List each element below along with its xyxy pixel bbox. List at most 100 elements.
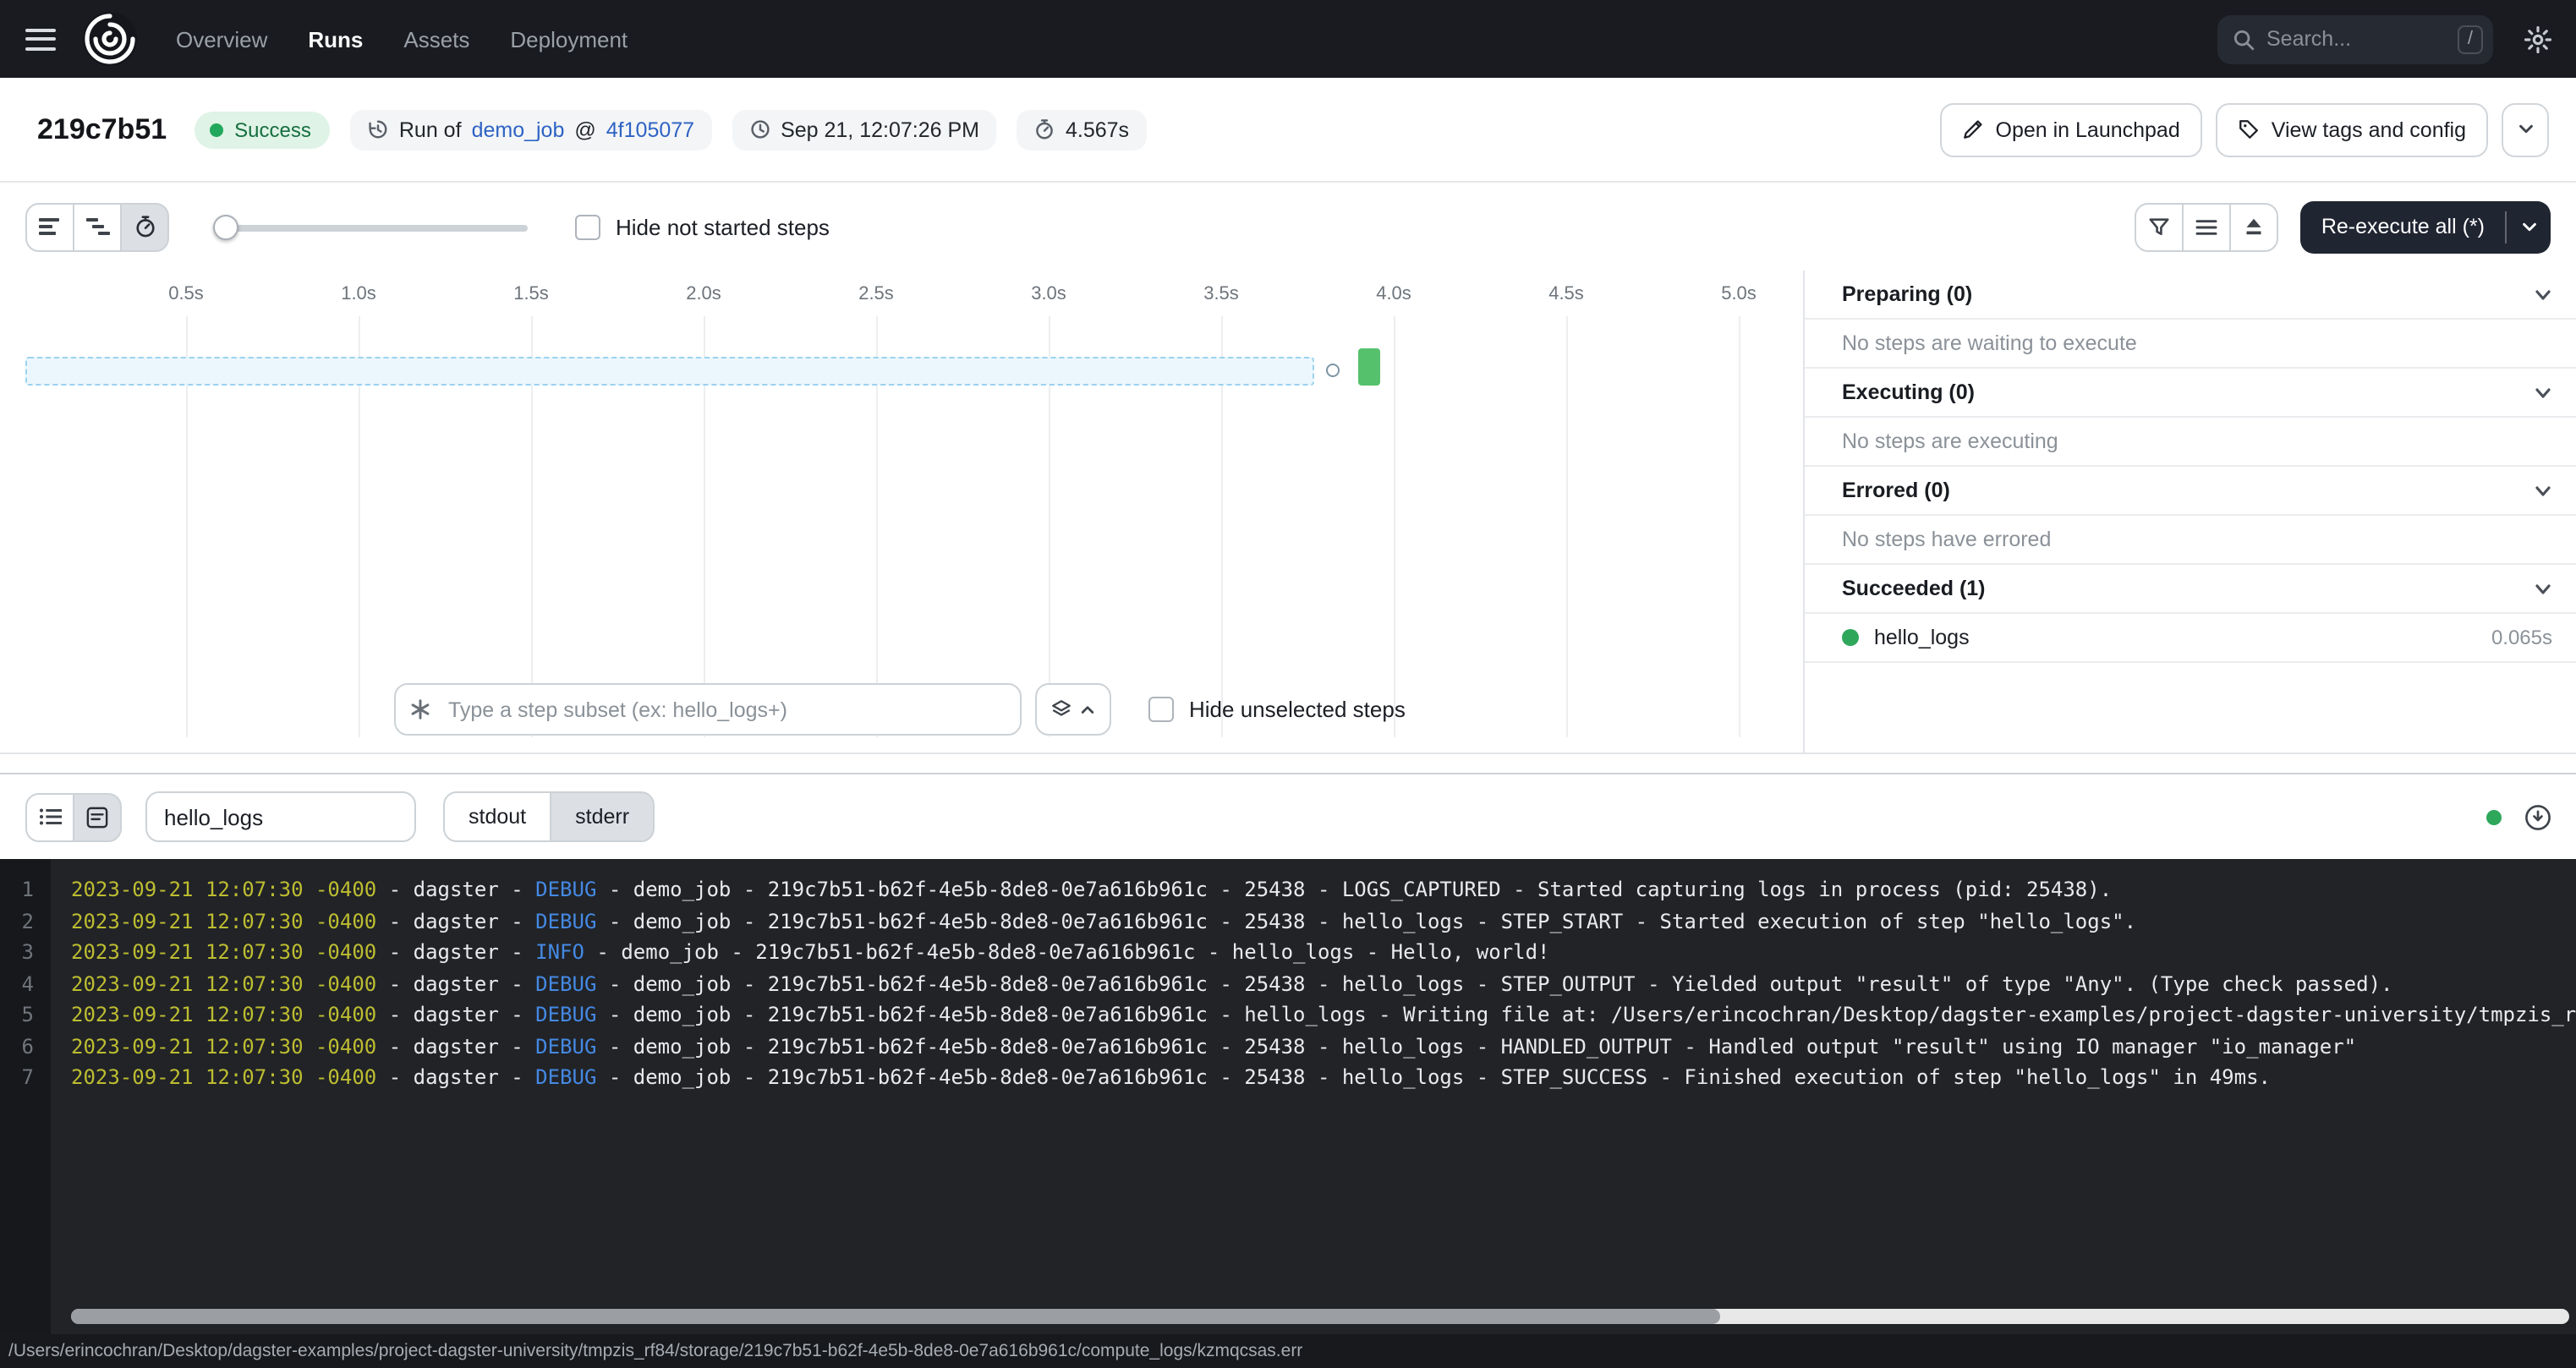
line-number: 4 <box>0 968 34 999</box>
step-marker-circle-icon <box>1326 364 1340 377</box>
slider-track <box>213 224 528 231</box>
chevron-down-icon <box>2534 579 2552 598</box>
gantt-axis: 0.5s1.0s1.5s2.0s2.5s3.0s3.5s4.0s4.5s5.0s <box>0 271 1803 752</box>
empty-text: No steps are executing <box>1842 430 2058 453</box>
log-message: demo_job - 219c7b51-b62f-4e5b-8de8-0e7a6… <box>633 1034 2356 1058</box>
log-timestamp: 2023-09-21 12:07:30 -0400 <box>71 1065 376 1089</box>
chevron-down-icon <box>2516 120 2535 139</box>
step-query-options-button[interactable] <box>1035 683 1111 736</box>
axis-tick-label: 1.0s <box>341 284 376 304</box>
tag-icon <box>2238 118 2260 140</box>
axis-tick-label: 3.5s <box>1203 284 1239 304</box>
nav-item-overview[interactable]: Overview <box>176 26 267 52</box>
filter-funnel-button[interactable] <box>2135 202 2184 251</box>
hide-not-started-checkbox[interactable]: Hide not started steps <box>575 214 830 239</box>
gantt-view-mode-group <box>25 202 169 251</box>
step-section-title: Succeeded (1) <box>1842 577 1986 600</box>
nav-item-assets[interactable]: Assets <box>403 26 469 52</box>
hide-unselected-checkbox[interactable]: Hide unselected steps <box>1148 697 1406 722</box>
gantt-controls: Hide unselected steps <box>0 683 1803 736</box>
log-line: 62023-09-21 12:07:30 -0400 - dagster - D… <box>0 1031 2576 1062</box>
log-step-filter-input[interactable] <box>145 791 416 842</box>
clock-icon <box>748 118 770 140</box>
step-subset-input-wrap <box>394 683 1022 736</box>
log-level: DEBUG <box>535 1003 596 1026</box>
log-message: demo_job - 219c7b51-b62f-4e5b-8de8-0e7a6… <box>633 1065 2271 1089</box>
download-logs-button[interactable] <box>2524 802 2552 831</box>
nav-item-deployment[interactable]: Deployment <box>510 26 628 52</box>
log-stream-tabs: stdout stderr <box>443 791 655 842</box>
log-source: dagster <box>414 1034 499 1058</box>
settings-gear-button[interactable] <box>2524 25 2552 53</box>
step-success-dot-icon <box>1842 629 1859 646</box>
tab-stdout[interactable]: stdout <box>443 791 551 842</box>
log-stream-status-dot-icon <box>2486 809 2502 824</box>
step-success-bar[interactable] <box>1358 348 1380 386</box>
search-placeholder: Search... <box>2266 27 2446 51</box>
structured-logs-button[interactable] <box>25 792 74 841</box>
axis-tick-label: 2.5s <box>858 284 894 304</box>
tab-stderr[interactable]: stderr <box>550 791 655 842</box>
reexecute-split-button[interactable]: Re-execute all (*) <box>2301 200 2551 253</box>
axis-tick-label: 4.0s <box>1376 284 1411 304</box>
line-number: 2 <box>0 906 34 937</box>
gantt-toolbar-right: Re-execute all (*) <box>2135 200 2551 253</box>
step-subset-input[interactable] <box>394 683 1022 736</box>
menu-button[interactable] <box>17 17 64 61</box>
log-message: demo_job - 219c7b51-b62f-4e5b-8de8-0e7a6… <box>633 1003 2576 1026</box>
search-input[interactable]: Search... / <box>2217 14 2493 63</box>
chevron-down-icon <box>2519 217 2538 236</box>
job-link[interactable]: demo_job <box>472 118 565 141</box>
nav-item-runs[interactable]: Runs <box>308 26 363 52</box>
log-timestamp: 2023-09-21 12:07:30 -0400 <box>71 1003 376 1026</box>
log-message: demo_job - 219c7b51-b62f-4e5b-8de8-0e7a6… <box>633 971 2393 995</box>
log-level: DEBUG <box>535 909 596 933</box>
view-tags-config-button[interactable]: View tags and config <box>2216 102 2488 156</box>
reexecute-dropdown-button[interactable] <box>2507 200 2551 253</box>
log-filter-icon-group <box>2135 202 2279 251</box>
waterfall-view-icon <box>85 216 109 237</box>
run-status-text: Success <box>234 118 311 141</box>
run-id-title: 219c7b51 <box>37 112 167 146</box>
at-separator: @ <box>574 118 595 141</box>
eject-icon <box>2244 216 2266 237</box>
step-row[interactable]: hello_logs0.065s <box>1805 614 2576 663</box>
log-level: DEBUG <box>535 1034 596 1058</box>
checkbox-box-icon[interactable] <box>575 214 600 239</box>
run-actions-dropdown-button[interactable] <box>2502 102 2549 156</box>
hamburger-icon <box>25 28 56 31</box>
scrollbar-thumb[interactable] <box>71 1309 1720 1324</box>
list-icon <box>38 807 62 827</box>
log-timestamp: 2023-09-21 12:07:30 -0400 <box>71 940 376 964</box>
step-section-header[interactable]: Executing (0) <box>1805 369 2576 418</box>
reexecute-all-button[interactable]: Re-execute all (*) <box>2301 200 2505 253</box>
gantt-zoom-slider[interactable] <box>213 214 528 239</box>
step-status-panel: Preparing (0)No steps are waiting to exe… <box>1803 271 2576 752</box>
slider-knob[interactable] <box>213 214 238 239</box>
log-line: 52023-09-21 12:07:30 -0400 - dagster - D… <box>0 999 2576 1031</box>
step-section-header[interactable]: Errored (0) <box>1805 467 2576 516</box>
op-selector-icon <box>409 698 431 720</box>
log-line: 12023-09-21 12:07:30 -0400 - dagster - D… <box>0 874 2576 906</box>
checkbox-box-icon[interactable] <box>1148 697 1174 722</box>
log-level: DEBUG <box>535 971 596 995</box>
dagster-logo-icon[interactable] <box>81 10 139 68</box>
open-in-launchpad-button[interactable]: Open in Launchpad <box>1940 102 2202 156</box>
step-section-header[interactable]: Succeeded (1) <box>1805 565 2576 614</box>
raw-log-view: 12023-09-21 12:07:30 -0400 - dagster - D… <box>0 859 2576 1334</box>
timed-view-button[interactable] <box>120 202 169 251</box>
raw-logs-button[interactable] <box>73 792 122 841</box>
log-source: dagster <box>414 878 499 901</box>
axis-tick-label: 0.5s <box>168 284 204 304</box>
primary-nav: Overview Runs Assets Deployment <box>176 26 628 52</box>
panel-resize-handle[interactable] <box>0 754 2576 774</box>
collapse-all-button[interactable] <box>2230 202 2279 251</box>
step-section-header[interactable]: Preparing (0) <box>1805 271 2576 320</box>
log-file-path: /Users/erincochran/Desktop/dagster-examp… <box>8 1341 1302 1361</box>
snapshot-link[interactable]: 4f105077 <box>606 118 694 141</box>
flat-view-button[interactable] <box>25 202 74 251</box>
waterfall-view-button[interactable] <box>73 202 122 251</box>
horizontal-scrollbar[interactable] <box>71 1309 2569 1324</box>
chevron-up-icon <box>1079 701 1096 718</box>
rows-button[interactable] <box>2183 202 2232 251</box>
